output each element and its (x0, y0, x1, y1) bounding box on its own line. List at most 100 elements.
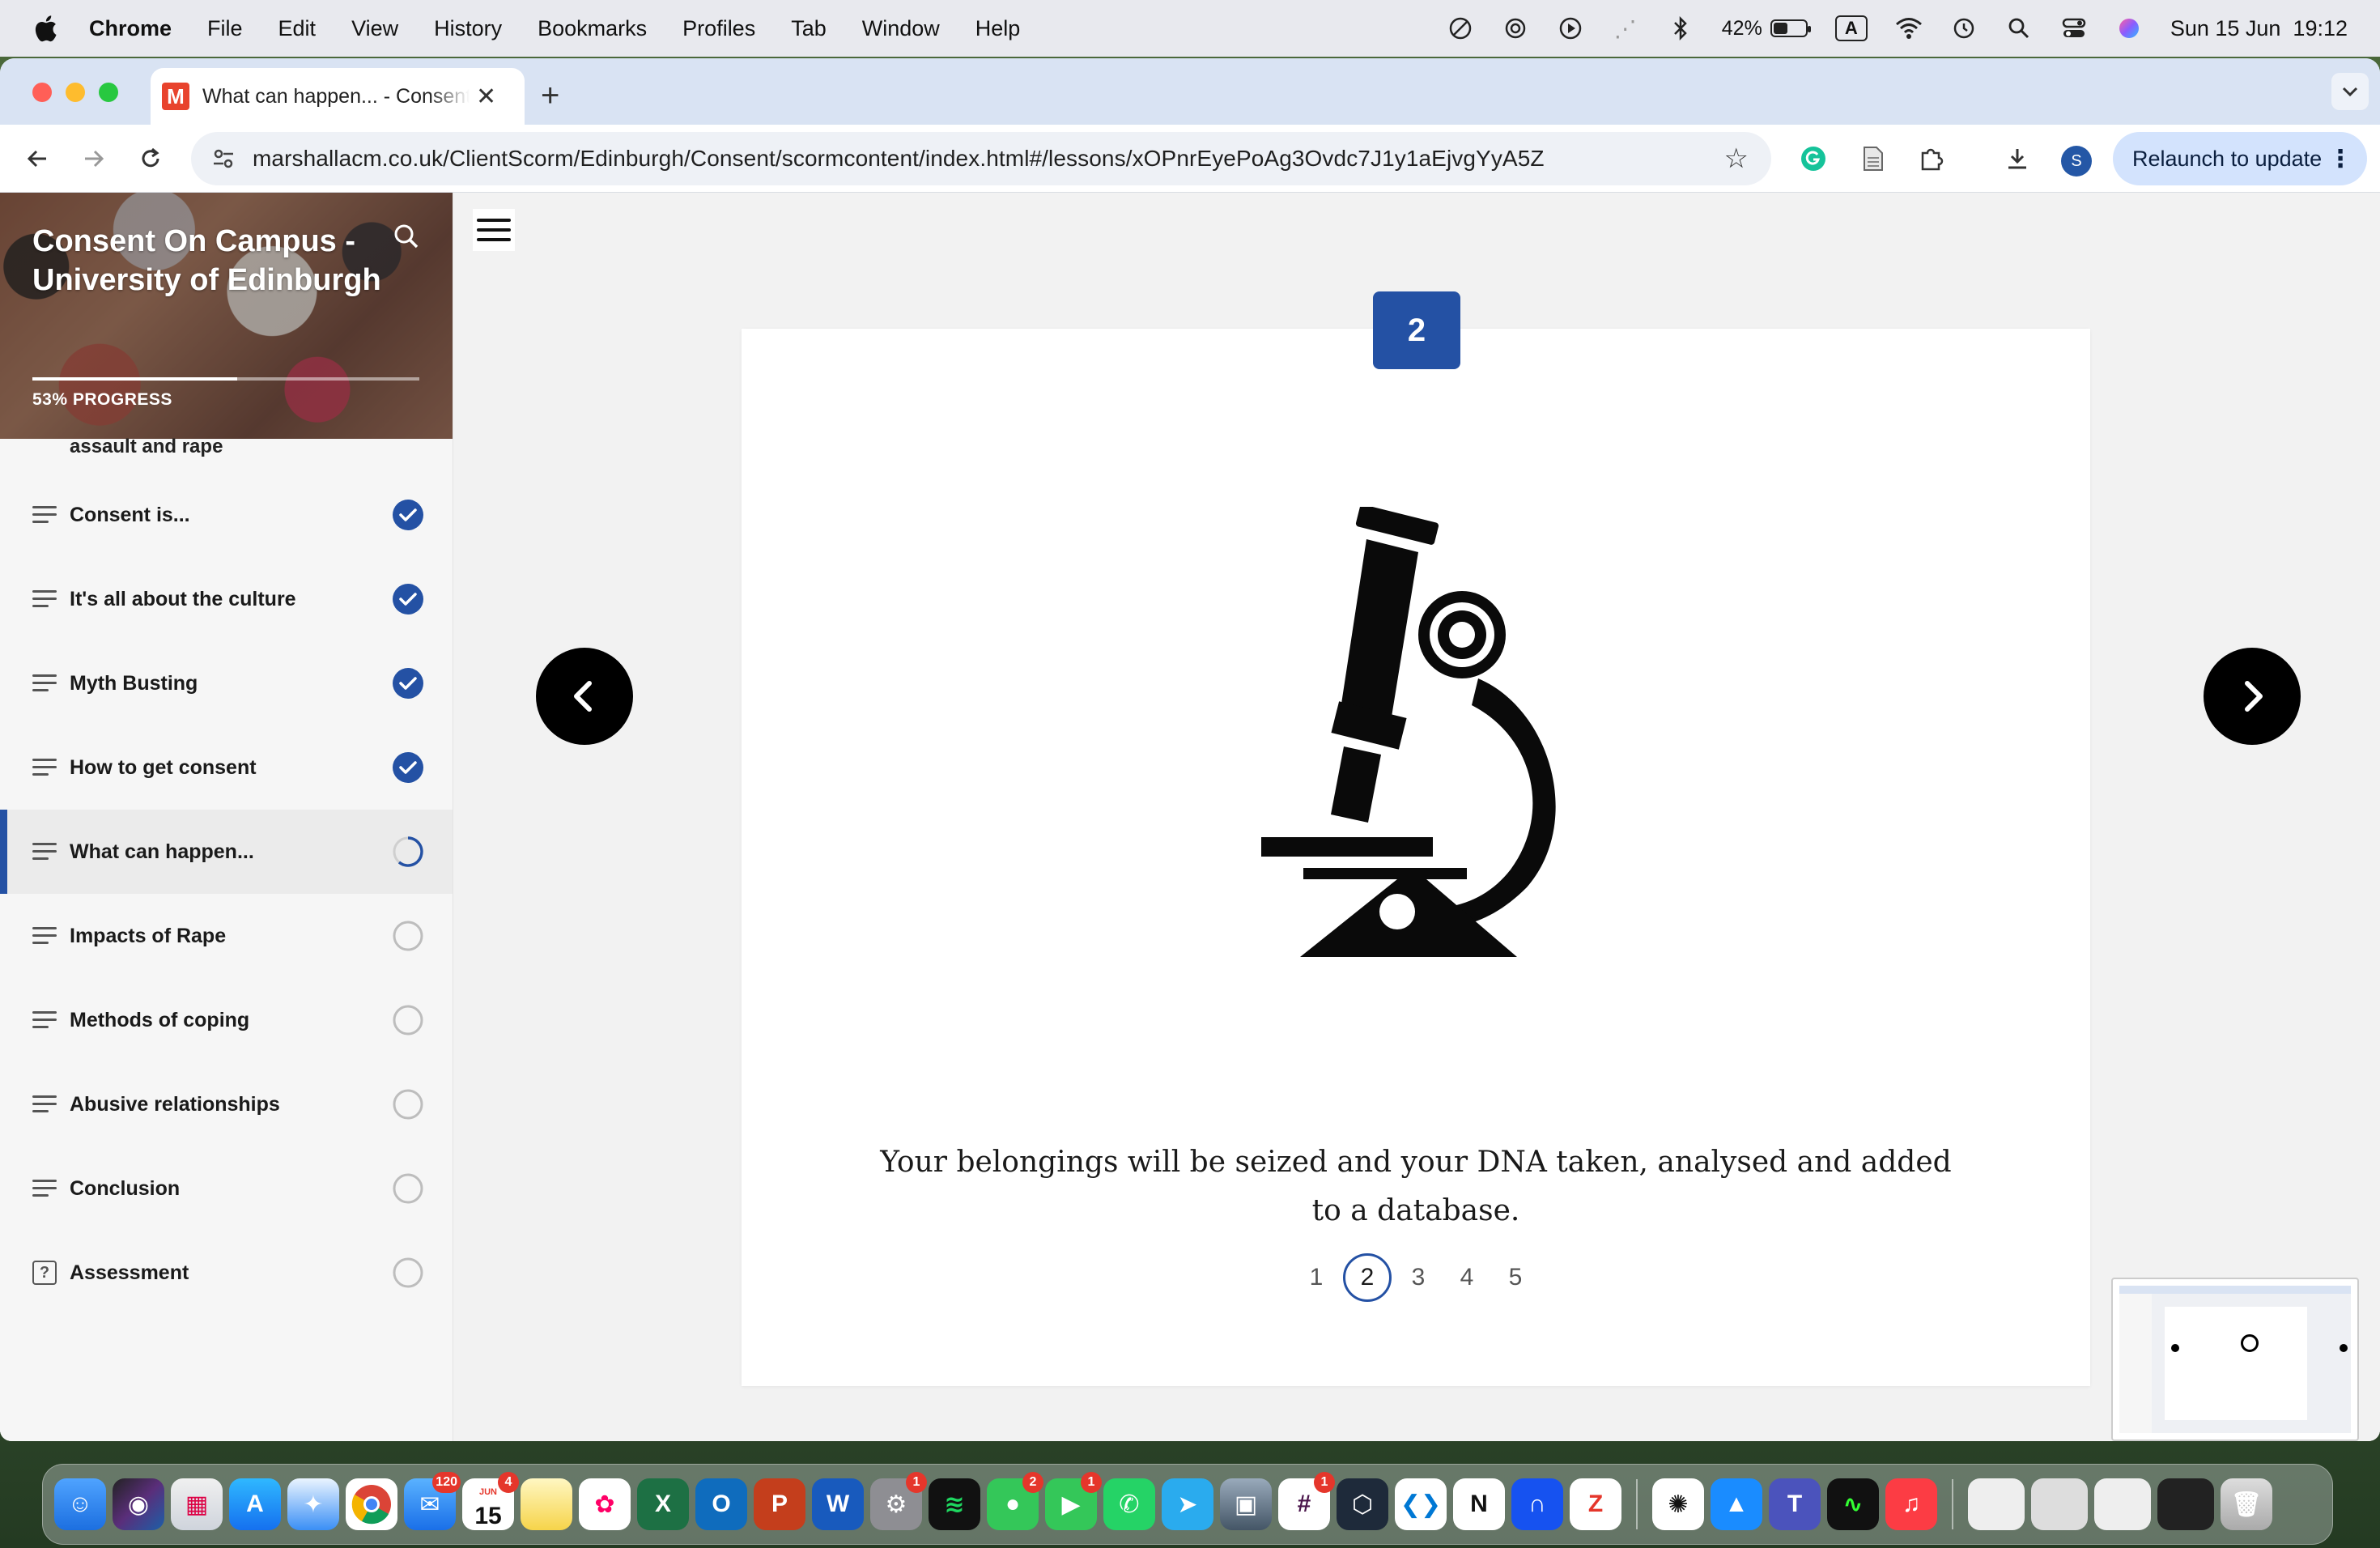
sidebar-lesson-item[interactable]: Abusive relationships (0, 1062, 453, 1146)
close-window-button[interactable] (32, 83, 52, 102)
back-button[interactable] (19, 141, 55, 176)
telegram-icon[interactable]: ➤ (1162, 1478, 1213, 1530)
play-icon[interactable] (1557, 15, 1584, 42)
launchpad-icon[interactable]: ▦ (171, 1478, 223, 1530)
word-icon[interactable]: W (812, 1478, 864, 1530)
vscode-icon[interactable]: ❮❯ (1395, 1478, 1447, 1530)
cursor-app-icon[interactable]: ⬡ (1337, 1478, 1388, 1530)
spotify-icon[interactable]: ≋ (929, 1478, 980, 1530)
menu-profiles[interactable]: Profiles (682, 16, 755, 41)
menu-view[interactable]: View (351, 16, 398, 41)
wifi-icon[interactable] (1895, 15, 1923, 42)
slack-icon[interactable]: #1 (1278, 1472, 1335, 1530)
menu-window[interactable]: Window (862, 16, 940, 41)
bookmark-star-icon[interactable]: ☆ (1724, 142, 1749, 175)
tab-search-button[interactable] (2331, 73, 2369, 110)
next-slide-button[interactable] (2204, 648, 2301, 745)
downloads-icon[interactable] (2000, 141, 2035, 176)
battery-indicator[interactable]: 42% (1722, 17, 1811, 40)
page-dot-5[interactable]: 5 (1494, 1253, 1537, 1302)
menu-bookmarks[interactable]: Bookmarks (538, 16, 647, 41)
sidebar-lesson-item[interactable]: ? Assessment (0, 1231, 453, 1315)
menubar-clock[interactable]: Sun 15 Jun 19:12 (2170, 16, 2348, 41)
safari-icon[interactable]: ✦ (287, 1478, 339, 1530)
menu-edit[interactable]: Edit (278, 16, 317, 41)
grammarly-extension-icon[interactable] (1796, 141, 1831, 176)
app-store-icon[interactable]: A (229, 1478, 281, 1530)
previous-slide-button[interactable] (536, 648, 633, 745)
sidebar-toggle-button[interactable] (473, 209, 515, 251)
sidebar-lesson-item[interactable]: Conclusion (0, 1146, 453, 1231)
system-settings-icon[interactable]: ⚙ 1 (870, 1472, 927, 1530)
forward-button[interactable] (76, 141, 112, 176)
trash-icon[interactable]: 🗑 (2221, 1478, 2272, 1530)
mail-icon[interactable]: ✉ 120 (404, 1472, 461, 1530)
tab-close-icon[interactable]: ✕ (476, 83, 496, 111)
teams-icon[interactable]: T (1769, 1478, 1821, 1530)
menu-tab[interactable]: Tab (791, 16, 827, 41)
calendar-icon[interactable]: JUN 15 4 (462, 1472, 519, 1530)
finder-icon[interactable]: ☺ (54, 1478, 106, 1530)
minimized-window-4[interactable] (2157, 1478, 2214, 1530)
screen-recording-thumbnail[interactable] (2111, 1278, 2359, 1441)
facetime-icon[interactable]: ▶ 1 (1045, 1472, 1102, 1530)
siri-icon[interactable] (2115, 15, 2143, 42)
preview-icon[interactable]: ▣ (1220, 1478, 1272, 1530)
minimize-window-button[interactable] (66, 83, 85, 102)
activity-monitor-icon[interactable]: ∿ (1827, 1478, 1879, 1530)
messages-icon[interactable]: ● 2 (987, 1472, 1043, 1530)
sidebar-lesson-item[interactable]: What can happen... (0, 810, 453, 894)
keynote-icon[interactable]: ▲ (1711, 1478, 1762, 1530)
relaunch-to-update-button[interactable]: Relaunch to update ⋮ (2113, 132, 2367, 185)
notes-icon[interactable] (521, 1478, 572, 1530)
page-dot-4[interactable]: 4 (1445, 1253, 1489, 1302)
apple-menu-icon[interactable] (32, 15, 58, 42)
menu-file[interactable]: File (207, 16, 243, 41)
sidebar-lesson-item[interactable]: How to get consent (0, 725, 453, 810)
page-dot-3[interactable]: 3 (1396, 1253, 1440, 1302)
openai-icon[interactable] (1502, 15, 1529, 42)
whatsapp-icon[interactable]: ✆ (1103, 1478, 1155, 1530)
menu-history[interactable]: History (434, 16, 502, 41)
chrome-icon[interactable] (346, 1478, 397, 1530)
reload-button[interactable] (133, 141, 168, 176)
url-text[interactable]: marshallacm.co.uk/ClientScorm/Edinburgh/… (253, 146, 1545, 172)
minimized-window-3[interactable] (2094, 1478, 2151, 1530)
minimized-window-1[interactable] (1968, 1478, 2025, 1530)
input-source-indicator[interactable]: A (1834, 15, 1868, 41)
profile-avatar[interactable]: S (2061, 146, 2092, 176)
page-dot-1[interactable]: 1 (1294, 1253, 1338, 1302)
sidebar-lesson-item[interactable]: Myth Busting (0, 641, 453, 725)
music-icon[interactable]: ♫ (1885, 1478, 1937, 1530)
bluetooth-icon[interactable] (1667, 15, 1694, 42)
sidebar-lesson-item[interactable]: Impacts of Rape (0, 894, 453, 978)
arc-browser-icon[interactable]: ∩ (1511, 1478, 1563, 1530)
reader-mode-icon[interactable] (1855, 141, 1891, 176)
sidebar-lesson-item[interactable]: Methods of coping (0, 978, 453, 1062)
focus-icon[interactable] (1447, 15, 1474, 42)
search-icon[interactable] (392, 222, 424, 254)
chatgpt-icon[interactable]: ✺ (1652, 1478, 1704, 1530)
time-machine-icon[interactable] (1950, 15, 1978, 42)
active-tab[interactable]: M What can happen... - Consent On Campus… (151, 68, 525, 125)
new-tab-button[interactable]: + (541, 78, 559, 114)
page-dot-2[interactable]: 2 (1343, 1253, 1392, 1302)
zotero-icon[interactable]: Z (1570, 1478, 1621, 1530)
chrome-menu-icon[interactable]: ⋮ (2328, 145, 2352, 173)
zoom-window-button[interactable] (99, 83, 118, 102)
outlook-icon[interactable]: O (695, 1478, 747, 1530)
powerpoint-icon[interactable]: P (754, 1478, 805, 1530)
address-bar[interactable]: marshallacm.co.uk/ClientScorm/Edinburgh/… (191, 132, 1771, 185)
extensions-puzzle-icon[interactable] (1914, 141, 1949, 176)
menu-help[interactable]: Help (975, 16, 1021, 41)
sidebar-lesson-item[interactable]: It's all about the culture (0, 557, 453, 641)
excel-icon[interactable]: X (637, 1478, 689, 1530)
notion-icon[interactable]: N (1453, 1478, 1505, 1530)
site-info-icon[interactable] (209, 144, 238, 173)
menu-chrome[interactable]: Chrome (89, 16, 172, 41)
minimized-window-2[interactable] (2031, 1478, 2088, 1530)
control-center-icon[interactable] (2060, 15, 2088, 42)
spotlight-search-icon[interactable] (2005, 15, 2033, 42)
lesson-label-partial[interactable]: assault and rape (70, 436, 223, 458)
photos-icon[interactable]: ✿ (579, 1478, 631, 1530)
